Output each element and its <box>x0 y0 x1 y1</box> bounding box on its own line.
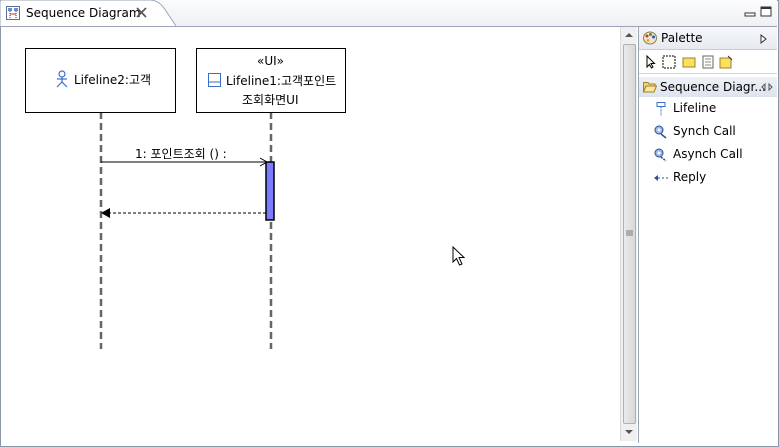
marquee-icon[interactable] <box>662 55 676 69</box>
tab-title: Sequence Diagram <box>26 6 141 20</box>
palette-toolbar <box>639 51 777 74</box>
palette-entry-lifeline[interactable]: Lifeline <box>653 100 773 118</box>
diagram-canvas[interactable]: Lifeline2:고객 «UI» Lifeline1:고객포인트 조회화면UI… <box>4 27 620 441</box>
palette-entry-label: Lifeline <box>673 101 717 115</box>
palette-entry-label: Asynch Call <box>673 147 743 161</box>
palette-entry-asynch-call[interactable]: Asynch Call <box>653 146 773 164</box>
synch-message-label[interactable]: 1: 포인트조회 () : <box>135 145 227 162</box>
editor-tab-strip: Sequence Diagram <box>0 0 777 27</box>
diagram-icon <box>6 6 20 20</box>
tab-sequence-diagram[interactable]: Sequence Diagram <box>0 0 176 27</box>
palette-entry-label: Reply <box>673 170 707 184</box>
note-attachment-icon[interactable] <box>719 55 733 69</box>
asynch-call-icon <box>654 148 667 162</box>
palette-panel: Palette Sequence Diagr... Lifeline Synch… <box>638 27 777 443</box>
actor-icon <box>56 70 68 88</box>
scrollbar-thumb[interactable] <box>623 44 636 424</box>
reply-icon <box>654 175 668 181</box>
canvas-vertical-scrollbar[interactable] <box>620 27 637 441</box>
grip-icon <box>626 230 633 236</box>
lifeline1-label-line1: Lifeline1:고객포인트 <box>226 74 337 88</box>
palette-collapse-icon[interactable] <box>760 34 767 44</box>
mouse-cursor-icon <box>452 246 466 266</box>
lifeline2-label: Lifeline2:고객 <box>74 73 152 87</box>
folder-open-icon <box>643 82 657 93</box>
lifeline2-head[interactable]: Lifeline2:고객 <box>25 48 176 113</box>
palette-entry-synch-call[interactable]: Synch Call <box>653 123 773 141</box>
scroll-down-icon[interactable] <box>625 429 633 435</box>
activation-bar[interactable] <box>265 161 275 221</box>
palette-drawer-sequence-diagram[interactable]: Sequence Diagr... <box>639 77 777 97</box>
lifeline1-stereotype: «UI» <box>257 54 285 68</box>
lifeline1-label-line2: 조회화면UI <box>242 93 299 107</box>
scroll-up-icon[interactable] <box>625 32 633 38</box>
ui-boundary-icon <box>208 73 221 87</box>
palette-entry-label: Synch Call <box>673 124 736 138</box>
note-icon[interactable] <box>682 55 696 69</box>
palette-entry-reply[interactable]: Reply <box>653 169 773 187</box>
palette-header: Palette <box>639 27 777 50</box>
synch-call-icon <box>654 125 667 139</box>
lifeline1-head[interactable]: «UI» Lifeline1:고객포인트 조회화면UI <box>196 48 346 113</box>
palette-icon <box>643 31 657 45</box>
select-arrow-icon[interactable] <box>644 55 658 69</box>
lifeline-icon <box>656 102 666 116</box>
reply-arrowhead <box>101 208 110 218</box>
minimize-icon[interactable] <box>744 6 756 17</box>
close-icon[interactable] <box>136 7 147 18</box>
drawer-label: Sequence Diagr... <box>660 80 766 94</box>
text-icon[interactable] <box>701 55 715 69</box>
palette-title: Palette <box>661 31 703 45</box>
maximize-icon[interactable] <box>760 6 772 17</box>
drawer-pin-icon[interactable] <box>761 83 773 91</box>
